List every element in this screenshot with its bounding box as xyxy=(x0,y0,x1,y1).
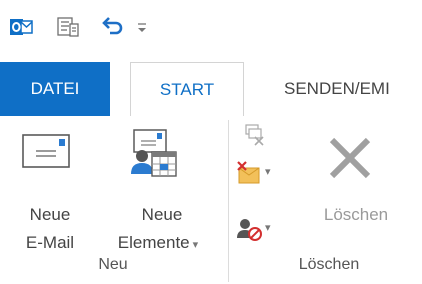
new-email-label-line1: Neue xyxy=(29,205,71,224)
new-email-label-line2: E-Mail xyxy=(25,233,75,252)
chevron-down-icon: ▾ xyxy=(265,166,271,178)
new-email-button[interactable]: Neue E-Mail xyxy=(0,126,100,262)
delete-label: Löschen xyxy=(323,205,389,224)
junk-button[interactable]: ▾ xyxy=(236,216,276,242)
delete-x-icon xyxy=(326,134,374,187)
tab-start[interactable]: START xyxy=(130,62,244,117)
ribbon: Neue E-Mail Neue Elemente ▾ Neu ▾ ▾ Lösc… xyxy=(0,116,422,284)
ignore-conversation-icon[interactable] xyxy=(243,122,267,146)
customize-qat-icon[interactable] xyxy=(134,14,150,40)
new-email-icon xyxy=(22,134,70,173)
undo-icon[interactable] xyxy=(100,14,126,40)
cleanup-button[interactable]: ▾ xyxy=(236,160,276,186)
tab-datei[interactable]: DATEI xyxy=(0,62,110,116)
new-items-label-line1: Neue xyxy=(141,205,183,224)
new-items-button[interactable]: Neue Elemente ▾ xyxy=(100,126,224,262)
new-items-icon xyxy=(128,126,178,185)
group-label-neu: Neu xyxy=(98,256,128,273)
outlook-icon[interactable] xyxy=(8,14,34,40)
group-label-loeschen: Löschen xyxy=(298,256,360,273)
new-items-label-text: Elemente xyxy=(117,233,190,252)
chevron-down-icon: ▾ xyxy=(189,239,199,251)
delete-button[interactable]: Löschen xyxy=(286,126,418,262)
tab-senden-empfangen[interactable]: SENDEN/EMI xyxy=(284,62,422,116)
chevron-down-icon: ▾ xyxy=(265,222,271,234)
ribbon-tabs: DATEI START SENDEN/EMI xyxy=(0,62,422,117)
quick-access-toolbar xyxy=(0,0,422,54)
send-receive-all-icon[interactable] xyxy=(55,14,81,40)
group-separator xyxy=(228,120,229,282)
new-items-label-line2: Elemente ▾ xyxy=(100,231,216,257)
